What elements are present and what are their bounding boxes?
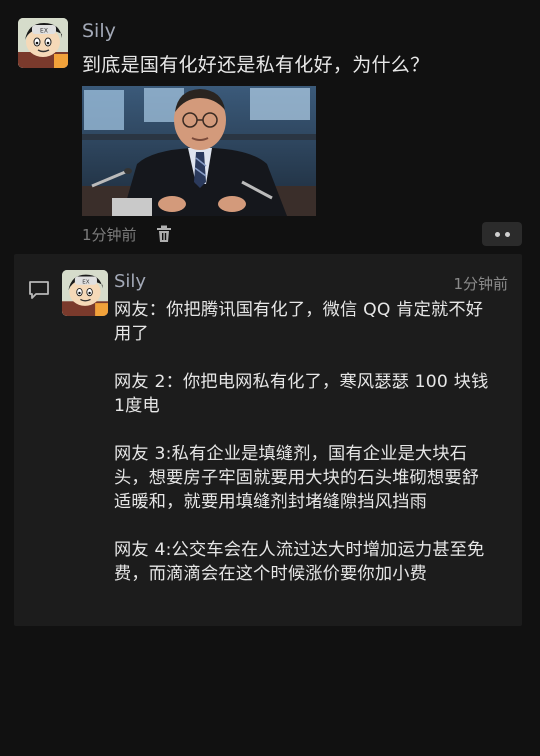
trash-icon[interactable] (156, 225, 172, 243)
post-author-name[interactable]: Sily (82, 20, 116, 42)
moments-page: EX Sily 到底是国有化好还是私有化好，为什么？ 1分钟前 EX Sily … (0, 0, 540, 756)
comment-author-name[interactable]: Sily (114, 271, 146, 292)
post-text: 到底是国有化好还是私有化好，为什么？ (82, 54, 430, 76)
cartoon-boy-avatar-icon: EX (18, 18, 68, 68)
comment-panel: EX Sily 1分钟前 网友：你把腾讯国有化了，微信 QQ 肯定就不好用了 网… (14, 254, 522, 626)
more-dots-icon[interactable] (482, 222, 522, 246)
man-in-suit-photo-icon (82, 86, 316, 216)
svg-text:EX: EX (40, 28, 48, 35)
comment-body[interactable]: 网友：你把腾讯国有化了，微信 QQ 肯定就不好用了 网友 2：你把电网私有化了，… (114, 298, 496, 610)
post-author-avatar[interactable]: EX (18, 18, 68, 68)
comment-paragraph: 网友 4:公交车会在人流过达大时增加运力甚至免费，而滴滴会在这个时候涨价要你加小… (114, 540, 485, 584)
comment-author-avatar[interactable]: EX (62, 270, 108, 316)
comment-paragraph: 网友：你把腾讯国有化了，微信 QQ 肯定就不好用了 (114, 300, 484, 344)
comment-paragraph: 网友 3:私有企业是填缝剂，国有企业是大块石头，想要房子牢固就要用大块的石头堆砌… (114, 444, 480, 512)
comment-paragraph: 网友 2：你把电网私有化了，寒风瑟瑟 100 块钱 1度电 (114, 372, 489, 416)
post-timestamp: 1分钟前 (82, 226, 137, 244)
comment-bubble-icon (29, 281, 49, 299)
comment-timestamp: 1分钟前 (453, 275, 508, 293)
post-photo[interactable] (82, 86, 316, 216)
svg-text:EX: EX (82, 279, 89, 285)
cartoon-boy-avatar-icon: EX (62, 270, 108, 316)
